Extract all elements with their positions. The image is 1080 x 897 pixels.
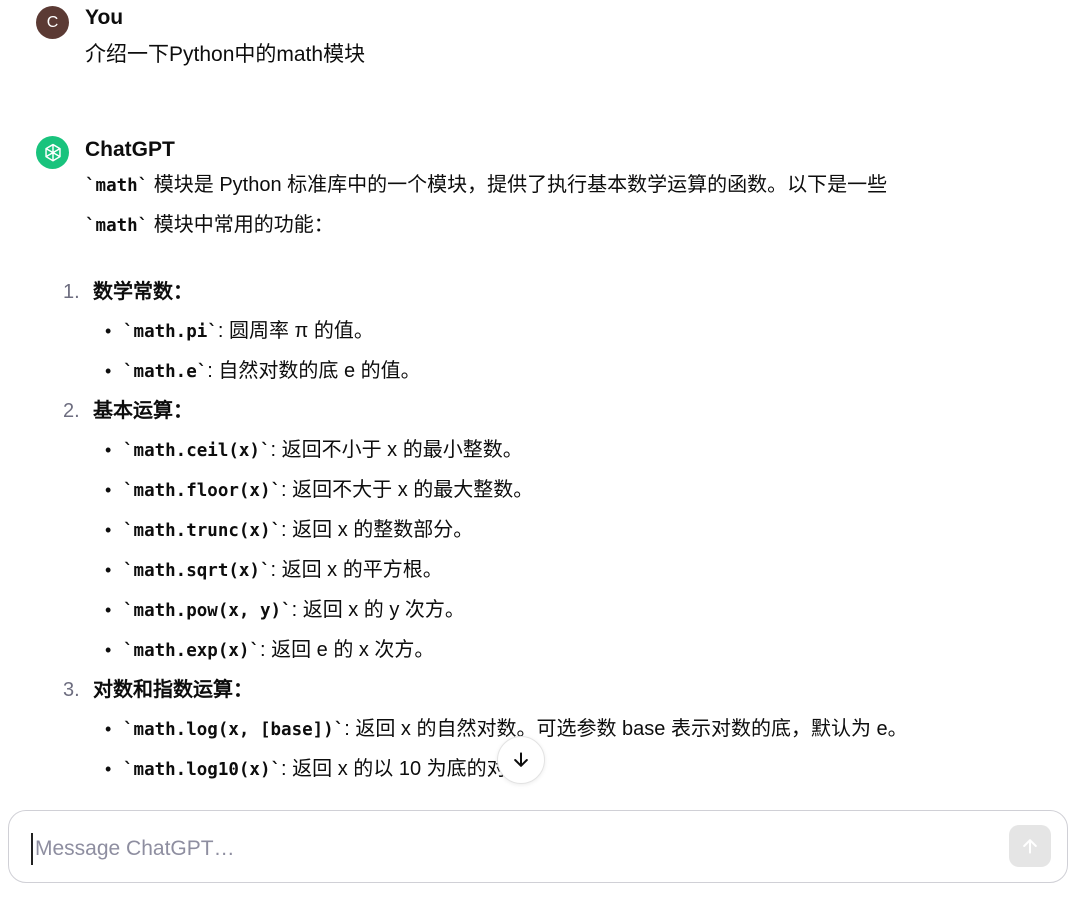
inline-code: `math.log10(x)` [123, 760, 282, 780]
send-button[interactable] [1009, 825, 1051, 867]
user-avatar-letter: C [46, 13, 59, 31]
bullet-icon: • [105, 640, 112, 660]
item-text: : 返回 x 的平方根。 [270, 559, 443, 581]
inline-code: `math.e` [123, 362, 208, 382]
inline-code: `math.log(x, [base])` [123, 720, 345, 740]
item-text: : 圆周率 π 的值。 [217, 320, 374, 342]
inline-code: `math.pi` [123, 322, 218, 342]
chat-page: C You 介绍一下Python中的math模块 ChatGPT `math` … [0, 0, 1080, 897]
section-item: 1. 数学常数： • `math.pi`: 圆周率 π 的值。 • `math.… [63, 273, 945, 392]
section-number: 2. [63, 400, 80, 422]
user-author-name: You [85, 6, 124, 29]
item-text: : 返回 x 的自然对数。可选参数 base 表示对数的底，默认为 e。 [344, 718, 908, 740]
bullet-icon: • [105, 719, 112, 739]
list-item: • `math.e`: 自然对数的底 e 的值。 [105, 352, 945, 392]
message-composer [8, 810, 1068, 883]
inline-code: `math.sqrt(x)` [123, 561, 271, 581]
section-title: 基本运算： [93, 400, 193, 422]
list-item: • `math.ceil(x)`: 返回不小于 x 的最小整数。 [105, 431, 945, 471]
list-item: • `math.pow(x, y)`: 返回 x 的 y 次方。 [105, 591, 945, 631]
assistant-message-body: `math` 模块是 Python 标准库中的一个模块，提供了执行基本数学运算的… [63, 166, 945, 790]
section-item: 2. 基本运算： • `math.ceil(x)`: 返回不小于 x 的最小整数… [63, 392, 945, 671]
section-title: 对数和指数运算： [93, 679, 253, 701]
inline-code: `math.trunc(x)` [123, 521, 282, 541]
user-message-text: 介绍一下Python中的math模块 [85, 43, 366, 66]
sub-list: • `math.pi`: 圆周率 π 的值。 • `math.e`: 自然对数的… [93, 312, 945, 392]
list-item: • `math.sqrt(x)`: 返回 x 的平方根。 [105, 551, 945, 591]
sub-list: • `math.ceil(x)`: 返回不小于 x 的最小整数。 • `math… [93, 431, 945, 671]
intro-text: 模块中常用的功能： [148, 214, 334, 236]
message-input[interactable] [31, 833, 997, 865]
bullet-icon: • [105, 560, 112, 580]
section-number: 1. [63, 281, 80, 303]
bullet-icon: • [105, 440, 112, 460]
inline-code: `math.exp(x)` [123, 641, 260, 661]
item-text: : 返回 e 的 x 次方。 [259, 639, 435, 661]
list-item: • `math.exp(x)`: 返回 e 的 x 次方。 [105, 631, 945, 671]
bullet-icon: • [105, 361, 112, 381]
arrow-up-icon [1023, 839, 1037, 854]
inline-code: `math` [85, 216, 149, 236]
user-avatar: C [36, 6, 69, 39]
intro-text: 模块是 Python 标准库中的一个模块，提供了执行基本数学运算的函数。以下是一… [148, 174, 888, 196]
item-text: : 返回 x 的整数部分。 [281, 519, 474, 541]
item-text: : 返回 x 的 y 次方。 [291, 599, 465, 621]
inline-code: `math.pow(x, y)` [123, 601, 292, 621]
inline-code: `math.floor(x)` [123, 481, 282, 501]
item-text: : 返回不大于 x 的最大整数。 [281, 479, 534, 501]
list-item: • `math.trunc(x)`: 返回 x 的整数部分。 [105, 511, 945, 551]
feature-list: 1. 数学常数： • `math.pi`: 圆周率 π 的值。 • `math.… [63, 273, 945, 790]
intro-paragraph: `math` 模块是 Python 标准库中的一个模块，提供了执行基本数学运算的… [85, 166, 945, 246]
inline-code: `math.ceil(x)` [123, 441, 271, 461]
bullet-icon: • [105, 759, 112, 779]
bullet-icon: • [105, 600, 112, 620]
list-item: • `math.pi`: 圆周率 π 的值。 [105, 312, 945, 352]
bullet-icon: • [105, 321, 112, 341]
list-item: • `math.floor(x)`: 返回不大于 x 的最大整数。 [105, 471, 945, 511]
bullet-icon: • [105, 480, 112, 500]
assistant-author-name: ChatGPT [85, 138, 175, 161]
inline-code: `math` [85, 176, 149, 196]
section-number: 3. [63, 679, 80, 701]
arrow-down-icon [514, 752, 528, 767]
item-text: : 自然对数的底 e 的值。 [207, 360, 421, 382]
item-text: : 返回不小于 x 的最小整数。 [270, 439, 523, 461]
bullet-icon: • [105, 520, 112, 540]
chatgpt-logo-icon [36, 136, 69, 169]
scroll-to-bottom-button[interactable] [497, 736, 545, 784]
section-title: 数学常数： [93, 281, 193, 303]
